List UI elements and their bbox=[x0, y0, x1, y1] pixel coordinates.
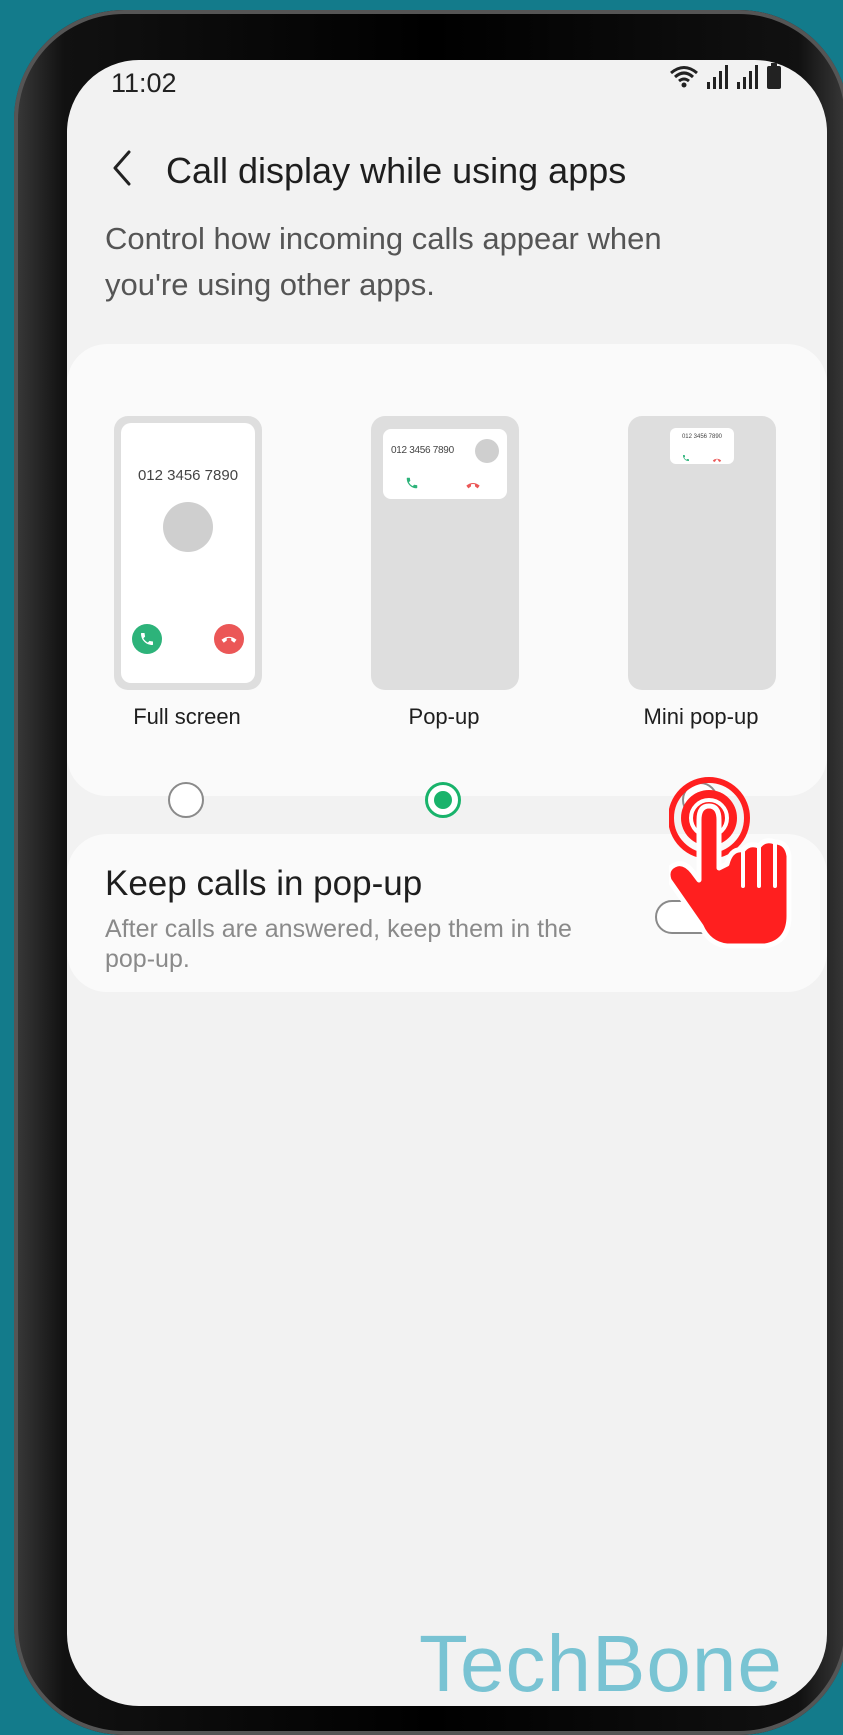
preview-number: 012 3456 7890 bbox=[391, 445, 454, 456]
mini-pop-up-preview: 012 3456 7890 bbox=[628, 416, 776, 690]
option-label: Pop-up bbox=[408, 704, 480, 729]
page-title: Call display while using apps bbox=[166, 150, 627, 191]
screen: 11:02 Call display while using apps Cont… bbox=[67, 60, 827, 1706]
decline-call-icon bbox=[214, 624, 244, 654]
preview-number: 012 3456 7890 bbox=[681, 434, 723, 440]
phone-frame: 11:02 Call display while using apps Cont… bbox=[14, 10, 843, 1735]
option-mini-pop-up[interactable]: 012 3456 7890 Mini pop-up bbox=[581, 344, 821, 818]
option-label: Mini pop-up bbox=[643, 704, 759, 729]
option-label: Full screen bbox=[133, 704, 241, 729]
pop-up-preview: 012 3456 7890 bbox=[371, 416, 519, 690]
status-bar: 11:02 bbox=[67, 60, 827, 110]
accept-call-icon bbox=[132, 624, 162, 654]
chevron-left-icon bbox=[109, 148, 135, 193]
call-display-options-card: 012 3456 7890 Full screen 012 3456 7890 … bbox=[67, 344, 827, 818]
accept-call-icon bbox=[682, 449, 690, 467]
full-screen-preview: 012 3456 7890 bbox=[114, 416, 262, 690]
wifi-icon bbox=[669, 65, 699, 94]
battery-icon bbox=[767, 63, 781, 94]
decline-call-icon bbox=[712, 450, 722, 468]
avatar bbox=[163, 502, 213, 552]
back-button[interactable] bbox=[97, 140, 147, 200]
watermark: TechBone bbox=[419, 1619, 783, 1706]
popup-call-card: 012 3456 7890 bbox=[383, 429, 507, 499]
option-full-screen[interactable]: 012 3456 7890 Full screen bbox=[67, 344, 307, 818]
signal-icon bbox=[737, 65, 759, 94]
preview-number: 012 3456 7890 bbox=[137, 467, 239, 484]
option-pop-up[interactable]: 012 3456 7890 Pop-up bbox=[324, 344, 564, 818]
header: Call display while using apps bbox=[67, 130, 827, 210]
tap-hand-icon bbox=[665, 776, 805, 952]
keep-calls-subtitle: After calls are answered, keep them in t… bbox=[105, 915, 572, 973]
radio-full-screen[interactable] bbox=[168, 782, 204, 818]
mini-call-card: 012 3456 7890 bbox=[670, 428, 734, 464]
avatar bbox=[475, 439, 499, 463]
keep-calls-title: Keep calls in pop-up bbox=[105, 864, 423, 903]
status-time: 11:02 bbox=[111, 68, 177, 98]
accept-call-icon bbox=[405, 476, 419, 495]
status-icons bbox=[669, 63, 781, 94]
signal-icon bbox=[707, 65, 729, 94]
radio-pop-up[interactable] bbox=[425, 782, 461, 818]
decline-call-icon bbox=[465, 477, 481, 495]
page-description: Control how incoming calls appear when y… bbox=[105, 221, 662, 302]
